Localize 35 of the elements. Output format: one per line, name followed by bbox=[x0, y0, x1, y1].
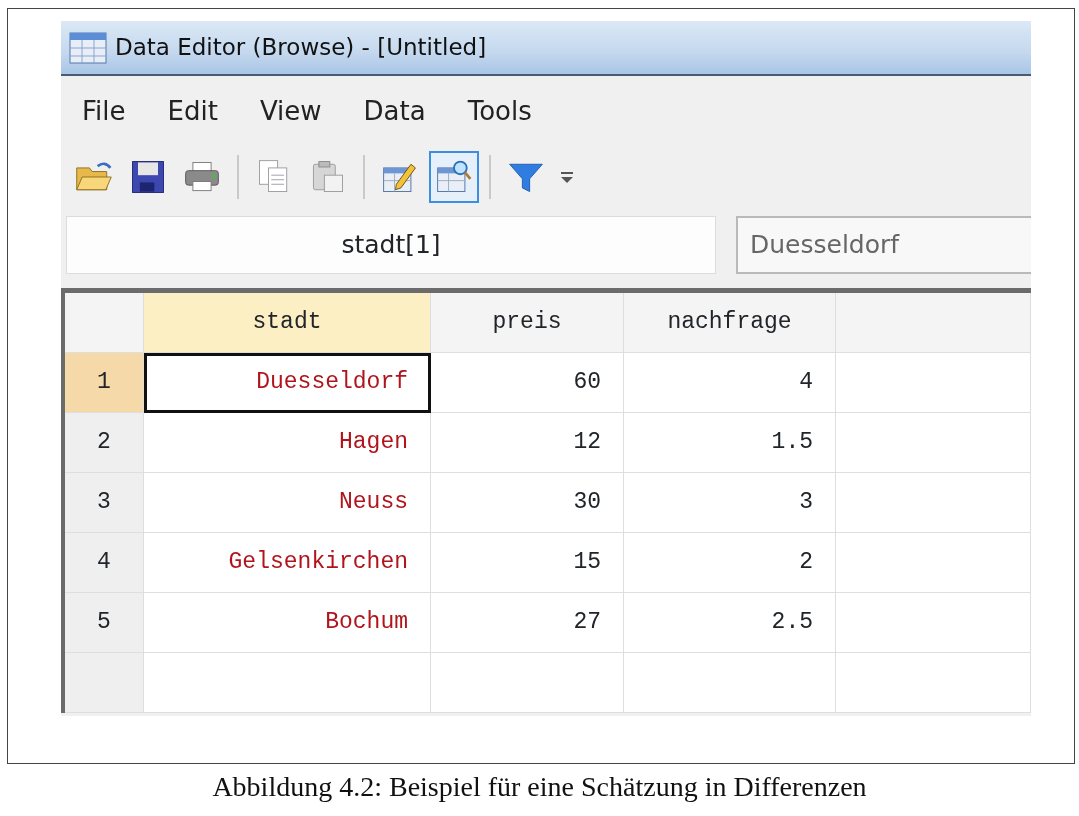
table-cell[interactable]: Hagen bbox=[144, 413, 431, 473]
table-cell[interactable]: Bochum bbox=[144, 593, 431, 653]
row-number[interactable]: 1 bbox=[65, 353, 144, 413]
row-number[interactable]: 2 bbox=[65, 413, 144, 473]
menu-item[interactable]: Tools bbox=[446, 91, 553, 131]
column-header[interactable]: preis bbox=[431, 293, 624, 353]
overflow-icon bbox=[561, 171, 573, 183]
table-cell[interactable]: 12 bbox=[431, 413, 624, 473]
table-cell[interactable]: 30 bbox=[431, 473, 624, 533]
cell-reference-field[interactable]: stadt[1] bbox=[66, 216, 716, 274]
table-cell[interactable]: 60 bbox=[431, 353, 624, 413]
table-cell[interactable]: Duesseldorf bbox=[144, 353, 431, 413]
table-icon bbox=[69, 31, 107, 64]
cell-value-field[interactable]: Duesseldorf bbox=[736, 216, 1031, 274]
row-number[interactable]: 3 bbox=[65, 473, 144, 533]
table-cell[interactable]: 15 bbox=[431, 533, 624, 593]
menu-item[interactable]: View bbox=[238, 91, 343, 131]
table-cell[interactable]: 3 bbox=[624, 473, 836, 533]
table-cell[interactable]: 2 bbox=[624, 533, 836, 593]
table-cell[interactable]: 4 bbox=[624, 353, 836, 413]
menu-item[interactable]: Data bbox=[342, 91, 447, 131]
row-number[interactable]: 5 bbox=[65, 593, 144, 653]
table-cell[interactable]: Neuss bbox=[144, 473, 431, 533]
browse-button[interactable] bbox=[429, 151, 479, 203]
window-title: Data Editor (Browse) - [Untitled] bbox=[115, 33, 487, 63]
column-header[interactable]: nachfrage bbox=[624, 293, 836, 353]
menu-item[interactable]: Edit bbox=[146, 91, 239, 131]
column-header[interactable]: stadt bbox=[144, 293, 431, 353]
table-cell[interactable]: Gelsenkirchen bbox=[144, 533, 431, 593]
figure-caption: Abbildung 4.2: Beispiel für eine Schätzung in Differenzen bbox=[211, 770, 868, 804]
table-cell[interactable]: 27 bbox=[431, 593, 624, 653]
row-number[interactable]: 4 bbox=[65, 533, 144, 593]
table-cell[interactable]: 1.5 bbox=[624, 413, 836, 473]
menu-item[interactable]: File bbox=[61, 91, 147, 131]
table-cell[interactable]: 2.5 bbox=[624, 593, 836, 653]
